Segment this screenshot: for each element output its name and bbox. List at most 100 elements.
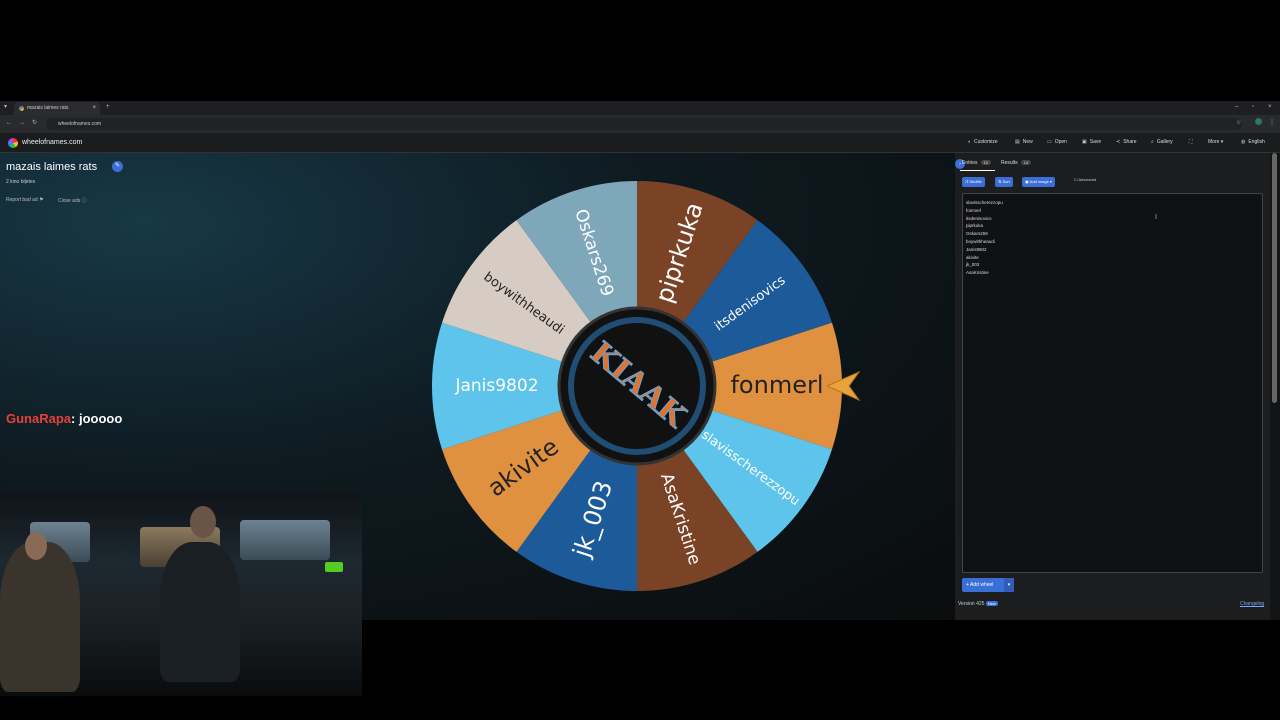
version-info: Version 425 New [958,601,998,607]
new-button[interactable]: ▤ New [1015,133,1033,152]
share-icon: ≺ [1116,139,1121,145]
shuffle-label: Shuffle [969,179,982,184]
advanced-label: Advanced [1078,177,1097,182]
pencil-icon: ✎ [114,163,121,169]
entry-line: fonmerl [966,207,982,213]
report-label: Report bad ad [6,197,38,203]
tab-entries-label: Entries [962,160,978,166]
advanced-toggle[interactable]: ☐ Advanced [1074,177,1096,182]
more-button[interactable]: More ▾ [1208,133,1223,152]
sort-label: Sort [1002,179,1010,184]
gallery-label: Gallery [1156,139,1173,145]
info-icon: ⓘ [81,198,87,204]
edit-title-button[interactable]: ✎ [112,161,123,172]
flag-icon: ⚑ [39,197,44,203]
gallery-button[interactable]: ⌕ Gallery [1151,133,1173,152]
version-label: Version 425 [958,601,985,607]
tab-results[interactable]: Results 14 [1001,160,1032,166]
back-icon[interactable]: ← [6,117,12,130]
bookmark-icon[interactable]: ☆ [1236,117,1241,130]
new-tab-button[interactable]: + [106,101,110,114]
page-scrollbar[interactable] [1272,153,1277,403]
results-count-badge: 14 [1020,160,1032,165]
page-subtitle: 2 kino biļetes [6,179,36,185]
person-center [160,542,240,682]
open-button[interactable]: ▭ Open [1047,133,1067,152]
language-button[interactable]: ◍ English [1241,133,1265,152]
chevron-right-icon: › [959,161,961,167]
customize-button[interactable]: ◐ Customize [968,133,998,152]
chat-overlay: GunaRapa: jooooo [6,411,122,426]
reload-icon[interactable]: ↻ [32,117,37,130]
forward-icon[interactable]: → [19,117,25,130]
entries-textarea[interactable]: slavisscherezzopu fonmerl itsdenisovics … [962,193,1263,573]
wheel-segment-label: Janis9802 [454,376,538,396]
entry-line: Oskars269 [966,231,988,237]
add-image-label: Add image [1029,179,1049,184]
report-ad-link[interactable]: Report bad ad ⚑ [6,197,44,203]
entry-line: itsdenisovics [966,215,992,221]
webcam-overlay [0,492,362,696]
tab-menu-icon[interactable]: ▾ [4,101,7,114]
wheel-segment-label: fonmerl [730,371,823,399]
new-icon: ▤ [1015,139,1020,145]
tab-results-label: Results [1001,160,1018,166]
shuffle-button[interactable]: ⤮ Shuffle [962,177,985,187]
new-label: New [1022,139,1033,145]
entry-line: boywithheaudi [966,238,995,244]
browser-menu-icon[interactable]: ⋮ [1269,117,1275,130]
url-field[interactable]: wheelofnames.com [46,118,1242,130]
save-button[interactable]: ▣ Save [1082,133,1101,152]
tab-title: mazais laimes rats [27,105,69,111]
minimize-button[interactable]: – [1235,101,1238,114]
entry-line: jk_003 [966,262,980,268]
chat-message: : jooooo [71,411,123,426]
language-label: English [1248,139,1265,145]
page-title: mazais laimes rats [6,161,98,173]
save-label: Save [1089,139,1102,145]
active-tab-underline [960,170,995,171]
favicon-icon [19,106,24,111]
entries-count-badge: 10 [980,160,992,165]
changelog-link[interactable]: Changelog [1240,601,1264,607]
add-wheel-label: Add wheel [970,582,994,588]
close-window-button[interactable]: × [1268,101,1272,114]
folder-icon: ▭ [1047,139,1052,145]
fullscreen-button[interactable]: ⛶ [1189,133,1196,152]
text-cursor-icon: I [1155,214,1157,221]
add-image-button[interactable]: ▣ Add image ▾ [1022,177,1055,187]
chat-username: GunaRapa [6,411,72,426]
entry-line: akivite [966,254,979,260]
entry-line: piprkuka [966,223,984,229]
share-label: Share [1123,139,1137,145]
tab-close-icon[interactable]: × [92,102,96,115]
plus-icon: + [966,582,969,588]
close-ads-link[interactable]: Close ads ⓘ [58,197,87,204]
light-detail [325,562,343,572]
maximize-button[interactable]: ▫ [1252,101,1254,114]
url-text: wheelofnames.com [58,121,102,127]
logo-icon [8,138,18,148]
entry-line: Janis9802 [966,246,987,252]
tab-entries[interactable]: Entries 10 [962,160,992,166]
sort-button[interactable]: ⇅ Sort [995,177,1013,187]
entry-line: AsaKristine [966,270,989,276]
globe-icon: ◍ [1241,139,1246,145]
browser-tab[interactable]: mazais laimes rats × [14,102,100,115]
customize-label: Customize [974,139,998,145]
tab-strip: ▾ mazais laimes rats × + – ▫ × [0,101,1280,115]
profile-icon[interactable] [1255,118,1262,125]
site-name[interactable]: wheelofnames.com [22,133,82,152]
new-badge: New [985,601,998,606]
close-ads-label: Close ads [58,198,81,204]
share-button[interactable]: ≺ Share [1116,133,1137,152]
app-toolbar: wheelofnames.com ◐ Customize ▤ New ▭ Open ▣… [0,133,1280,153]
entry-line: slavisscherezzopu [966,200,1003,205]
car-window [240,520,330,560]
add-wheel-dropdown[interactable]: ▾ [1004,578,1014,592]
palette-icon: ◐ [968,139,972,145]
save-icon: ▣ [1082,139,1087,145]
fullscreen-icon: ⛶ [1189,139,1193,145]
name-wheel[interactable]: fonmerlslavisscherezzopuAsaKristinejk_00… [427,176,861,596]
search-icon: ⌕ [1151,139,1154,145]
